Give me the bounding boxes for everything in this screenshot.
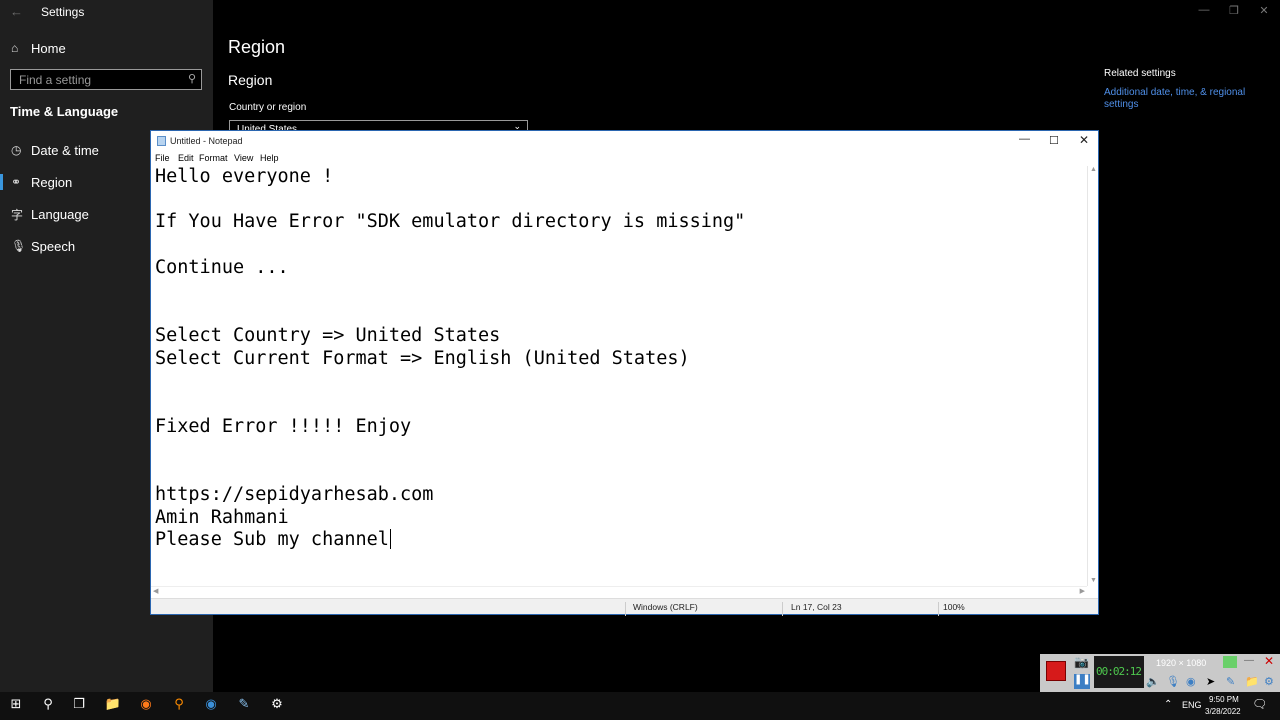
firefox-icon[interactable]: ◉ <box>134 696 158 716</box>
close-icon[interactable]: ✕ <box>1257 4 1271 17</box>
scroll-up-icon[interactable]: ▲ <box>1090 166 1097 173</box>
clock-date[interactable]: 3/28/2022 <box>1205 707 1241 716</box>
menu-help[interactable]: Help <box>260 153 279 163</box>
green-indicator <box>1223 656 1237 668</box>
scroll-down-icon[interactable]: ▼ <box>1090 577 1097 584</box>
notepad-titlebar[interactable]: Untitled - Notepad — ☐ ✕ <box>151 131 1098 151</box>
pause-icon[interactable]: ❚❚ <box>1074 674 1091 689</box>
pen-icon[interactable]: ✎ <box>1226 675 1235 688</box>
notepad-icon[interactable]: ✎ <box>232 696 256 716</box>
search-icon[interactable]: ⚲ <box>36 696 60 716</box>
menu-file[interactable]: File <box>155 153 170 163</box>
additional-settings-link[interactable]: Additional date, time, & regional settin… <box>1104 87 1254 111</box>
status-divider <box>938 602 939 616</box>
notepad-menubar: File Edit Format View Help <box>151 151 1098 166</box>
clock-time[interactable]: 9:50 PM <box>1209 695 1239 704</box>
settings-window-title: Settings <box>41 5 85 19</box>
home-icon: ⌂ <box>11 41 19 55</box>
vertical-scrollbar[interactable]: ▲ ▼ <box>1087 166 1098 586</box>
minimize-icon[interactable]: — <box>1019 133 1030 145</box>
status-encoding: Windows (CRLF) <box>633 602 698 612</box>
back-arrow-icon[interactable]: ← <box>10 4 24 19</box>
menu-view[interactable]: View <box>234 153 253 163</box>
task-view-icon[interactable]: ❐ <box>67 696 91 716</box>
microphone-icon: 🎙 <box>11 239 27 253</box>
maximize-icon[interactable]: ☐ <box>1049 134 1059 147</box>
status-position: Ln 17, Col 23 <box>791 602 842 612</box>
folder-icon[interactable]: 📁 <box>1245 675 1259 688</box>
cursor-icon[interactable]: ➤ <box>1206 675 1215 688</box>
horizontal-scrollbar[interactable]: ◀ ▶ <box>151 586 1087 597</box>
scroll-left-icon[interactable]: ◀ <box>153 587 158 595</box>
sidebar-item-home[interactable]: ⌂ Home <box>0 34 213 62</box>
page-title: Region <box>228 37 286 57</box>
sidebar-item-label: Speech <box>31 238 76 254</box>
status-divider <box>782 602 783 616</box>
calendar-clock-icon: ◷ <box>11 143 22 157</box>
screen-recorder-widget: 📷 ❚❚ 00:02:12 1920 × 1080 — ✕ 🔈 🎙 ◉ ➤ ✎ … <box>1040 654 1280 692</box>
camera-icon[interactable]: 📷 <box>1074 655 1089 669</box>
minimize-icon[interactable]: — <box>1197 4 1211 16</box>
record-stop-button[interactable] <box>1046 661 1066 681</box>
taskbar: ⊞ ⚲ ❐ 📁 ◉ ⚲ ◉ ✎ ⚙ ⌃ ENG 9:50 PM 3/28/202… <box>0 692 1280 720</box>
scroll-right-icon[interactable]: ▶ <box>1080 587 1085 595</box>
notepad-statusbar: Windows (CRLF) Ln 17, Col 23 100% <box>151 598 1098 616</box>
language-indicator[interactable]: ENG <box>1182 700 1202 710</box>
chevron-up-icon[interactable]: ⌃ <box>1164 699 1172 710</box>
search-icon[interactable]: ⚲ <box>188 72 196 85</box>
text-cursor <box>390 529 391 549</box>
language-icon: 字 <box>11 207 24 222</box>
status-zoom: 100% <box>943 602 965 612</box>
related-settings-title: Related settings <box>1104 68 1176 79</box>
minimize-icon[interactable]: — <box>1244 655 1254 666</box>
word-icon[interactable]: ◉ <box>199 696 223 716</box>
sidebar-item-label: Date & time <box>31 142 99 158</box>
microphone-icon[interactable]: 🎙 <box>1166 675 1180 688</box>
search-app-icon[interactable]: ⚲ <box>167 696 191 716</box>
resolution-text: 1920 × 1080 <box>1156 658 1207 668</box>
sidebar-item-label: Language <box>31 206 89 222</box>
timer-text: 00:02:12 <box>1096 665 1142 678</box>
status-divider <box>625 602 626 616</box>
webcam-icon[interactable]: ◉ <box>1186 675 1196 688</box>
search-box[interactable]: ⚲ <box>10 69 202 90</box>
menu-format[interactable]: Format <box>199 153 228 163</box>
country-label: Country or region <box>229 102 307 113</box>
sidebar-item-label: Region <box>31 174 73 190</box>
file-explorer-icon[interactable]: 📁 <box>101 696 125 716</box>
notification-icon[interactable]: 🗨 <box>1252 697 1267 711</box>
menu-edit[interactable]: Edit <box>178 153 194 163</box>
gear-icon[interactable]: ⚙ <box>1264 675 1274 688</box>
globe-icon: ⚭ <box>11 175 22 189</box>
restore-icon[interactable]: ❐ <box>1227 4 1241 17</box>
section-title: Time & Language <box>10 104 119 119</box>
sidebar-item-label: Home <box>31 40 66 56</box>
speaker-icon[interactable]: 🔈 <box>1146 675 1160 688</box>
notepad-window: Untitled - Notepad — ☐ ✕ File Edit Forma… <box>150 130 1099 616</box>
close-icon[interactable]: ✕ <box>1079 133 1089 147</box>
search-input[interactable] <box>11 70 181 89</box>
close-icon[interactable]: ✕ <box>1264 654 1274 668</box>
timer-display: 00:02:12 <box>1094 656 1144 688</box>
windows-start-icon[interactable]: ⊞ <box>4 696 28 716</box>
section-heading: Region <box>228 72 273 88</box>
notepad-title: Untitled - Notepad <box>170 136 243 146</box>
notepad-text-area[interactable]: Hello everyone ! If You Have Error "SDK … <box>155 166 1087 586</box>
notepad-app-icon <box>157 136 166 146</box>
settings-gear-icon[interactable]: ⚙ <box>265 696 289 716</box>
